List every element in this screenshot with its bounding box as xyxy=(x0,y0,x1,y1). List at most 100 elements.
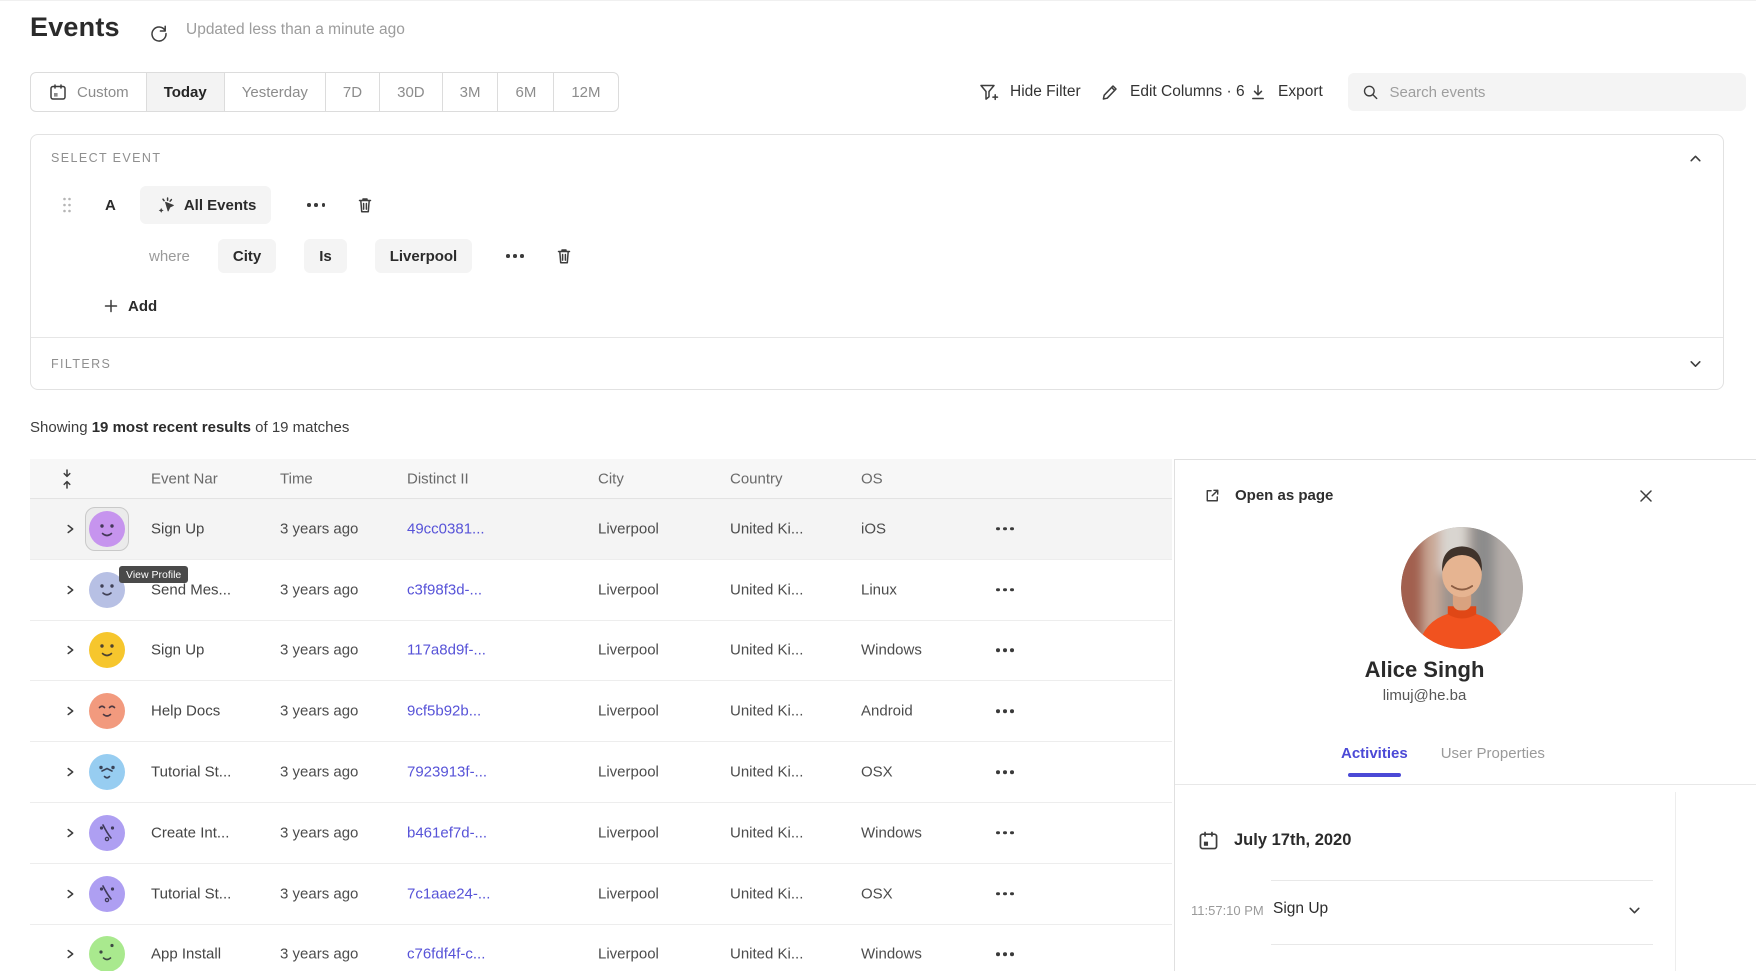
cell-distinct-id-link[interactable]: c3f98f3d-... xyxy=(407,581,482,598)
row-more-options-button[interactable] xyxy=(992,584,1018,596)
avatar[interactable] xyxy=(89,754,125,790)
date-range-custom[interactable]: Custom xyxy=(31,73,147,111)
avatar[interactable] xyxy=(89,815,125,851)
table-row[interactable]: Tutorial St... 3 years ago 7c1aae24-... … xyxy=(30,864,1172,925)
event-more-options-button[interactable] xyxy=(303,199,329,211)
row-expander-chevron[interactable] xyxy=(61,763,79,781)
cell-distinct-id-link[interactable]: 117a8d9f-... xyxy=(407,642,486,659)
row-more-options-button[interactable] xyxy=(992,523,1018,535)
row-more-options-button[interactable] xyxy=(992,827,1018,839)
cell-distinct-id-link[interactable]: b461ef7d-... xyxy=(407,824,487,841)
profile-tabs: Activities User Properties xyxy=(1341,745,1545,762)
cell-time: 3 years ago xyxy=(280,885,358,902)
expand-activity-button[interactable] xyxy=(1627,903,1642,918)
filters-section-label: FILTERS xyxy=(51,357,111,371)
avatar[interactable] xyxy=(89,936,125,971)
activity-row[interactable]: 11:57:10 PM Sign Up xyxy=(1175,881,1675,944)
cell-distinct-id-link[interactable]: 49cc0381... xyxy=(407,520,485,537)
avatar-hover-frame[interactable] xyxy=(85,507,129,551)
trash-icon xyxy=(355,195,375,215)
cell-city: Liverpool xyxy=(598,946,659,963)
avatar[interactable] xyxy=(89,876,125,912)
cell-distinct-id-link[interactable]: 9cf5b92b... xyxy=(407,703,481,720)
tab-user-properties[interactable]: User Properties xyxy=(1441,745,1545,762)
row-expander-chevron[interactable] xyxy=(61,520,79,538)
activity-date-label: July 17th, 2020 xyxy=(1234,831,1351,850)
avatar-face-icon xyxy=(89,936,125,971)
row-more-options-button[interactable] xyxy=(992,766,1018,778)
date-range-label: 12M xyxy=(571,84,600,101)
column-header-os: OS xyxy=(861,470,883,487)
open-as-page-button[interactable]: Open as page xyxy=(1203,486,1333,505)
hide-filter-button[interactable]: Hide Filter xyxy=(978,72,1081,112)
profile-email: limuj@he.ba xyxy=(1175,687,1674,704)
profile-photo-image xyxy=(1401,527,1523,649)
date-range-yesterday[interactable]: Yesterday xyxy=(225,73,326,111)
cell-distinct-id-link[interactable]: c76fdf4f-c... xyxy=(407,946,485,963)
row-expander-chevron[interactable] xyxy=(61,581,79,599)
event-clause-row: A All Events xyxy=(61,185,375,225)
cell-distinct-id-link[interactable]: 7923913f-... xyxy=(407,764,487,781)
add-event-button[interactable]: Add xyxy=(103,289,157,323)
user-profile-panel: Open as page xyxy=(1174,459,1756,971)
filters-section[interactable]: FILTERS xyxy=(31,337,1723,389)
chevron-right-icon xyxy=(64,888,76,900)
collapse-rows-button[interactable] xyxy=(60,467,74,491)
cell-time: 3 years ago xyxy=(280,764,358,781)
delete-event-button[interactable] xyxy=(355,195,375,215)
chevron-right-icon xyxy=(64,766,76,778)
event-selector-chip[interactable]: All Events xyxy=(140,186,272,224)
row-more-options-button[interactable] xyxy=(992,645,1018,657)
tab-activities[interactable]: Activities xyxy=(1341,745,1408,762)
avatar[interactable] xyxy=(89,693,125,729)
filter-operator-chip[interactable]: Is xyxy=(304,239,347,273)
date-range-12m[interactable]: 12M xyxy=(554,73,617,111)
edit-columns-button[interactable]: Edit Columns · 6 xyxy=(1100,72,1245,112)
external-link-icon xyxy=(1203,486,1222,505)
table-row[interactable]: Create Int... 3 years ago b461ef7d-... L… xyxy=(30,803,1172,864)
select-event-panel: SELECT EVENT A All Events xyxy=(30,134,1724,390)
search-events-input[interactable] xyxy=(1389,84,1733,101)
search-events-box xyxy=(1348,73,1746,111)
avatar[interactable] xyxy=(89,511,125,547)
cell-os: Windows xyxy=(861,642,922,659)
collapse-section-button[interactable] xyxy=(1688,151,1703,166)
table-row[interactable]: Tutorial St... 3 years ago 7923913f-... … xyxy=(30,742,1172,803)
filter-property-label: City xyxy=(233,248,261,265)
table-row[interactable]: Sign Up 3 years ago 49cc0381... Liverpoo… xyxy=(30,499,1172,560)
filter-value-label: Liverpool xyxy=(390,248,458,265)
date-range-7d[interactable]: 7D xyxy=(326,73,380,111)
table-row[interactable]: Sign Up 3 years ago 117a8d9f-... Liverpo… xyxy=(30,621,1172,682)
avatar-face-icon xyxy=(89,511,125,547)
row-expander-chevron[interactable] xyxy=(61,945,79,963)
table-row[interactable]: App Install 3 years ago c76fdf4f-c... Li… xyxy=(30,925,1172,971)
date-range-3m[interactable]: 3M xyxy=(443,73,499,111)
click-event-icon xyxy=(155,195,175,215)
date-range-6m[interactable]: 6M xyxy=(498,73,554,111)
date-range-30d[interactable]: 30D xyxy=(380,73,443,111)
filter-value-chip[interactable]: Liverpool xyxy=(375,239,473,273)
row-more-options-button[interactable] xyxy=(992,888,1018,900)
where-filter-row: where City Is Liverpool xyxy=(149,238,574,274)
row-more-options-button[interactable] xyxy=(992,949,1018,961)
cell-distinct-id-link[interactable]: 7c1aae24-... xyxy=(407,885,490,902)
expand-filters-button[interactable] xyxy=(1688,356,1703,371)
row-expander-chevron[interactable] xyxy=(61,824,79,842)
refresh-button[interactable] xyxy=(147,21,171,45)
row-expander-chevron[interactable] xyxy=(61,641,79,659)
filter-property-chip[interactable]: City xyxy=(218,239,276,273)
row-expander-chevron[interactable] xyxy=(61,702,79,720)
avatar[interactable] xyxy=(89,632,125,668)
drag-handle-icon[interactable] xyxy=(61,196,73,214)
results-prefix: Showing xyxy=(30,419,92,436)
row-expander-chevron[interactable] xyxy=(61,885,79,903)
close-panel-button[interactable] xyxy=(1636,486,1656,506)
row-more-options-button[interactable] xyxy=(992,705,1018,717)
panel-scrollbar-track[interactable] xyxy=(1675,792,1676,971)
date-range-today[interactable]: Today xyxy=(147,73,225,111)
export-button[interactable]: Export xyxy=(1248,72,1323,112)
delete-filter-button[interactable] xyxy=(554,246,574,266)
table-row[interactable]: Help Docs 3 years ago 9cf5b92b... Liverp… xyxy=(30,681,1172,742)
table-row[interactable]: Send Mes... 3 years ago c3f98f3d-... Liv… xyxy=(30,560,1172,621)
filter-more-options-button[interactable] xyxy=(502,250,528,262)
